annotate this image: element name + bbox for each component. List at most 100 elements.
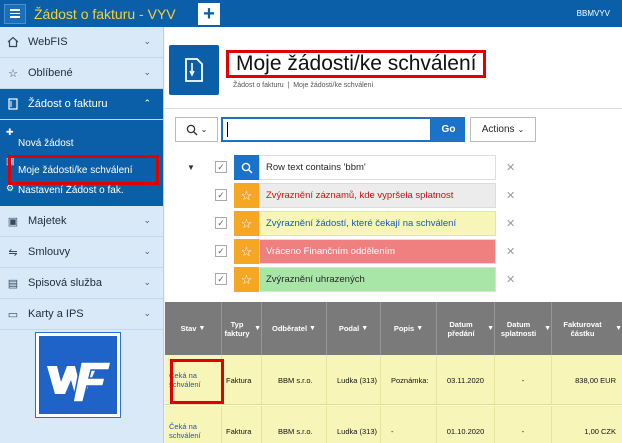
plus-icon: ✚	[6, 127, 14, 137]
app-title[interactable]: Žádost o fakturu - VYV	[34, 6, 194, 22]
filter-checkbox[interactable]: ✓	[215, 273, 227, 285]
sidebar-item-spisova-sluzba[interactable]: ▤ Spisová služba ⌄	[0, 268, 163, 299]
remove-filter-icon[interactable]: ✕	[506, 189, 515, 202]
cell-typ: Faktura	[222, 355, 262, 405]
sidebar-item-oblibene[interactable]: ☆ Oblíbené ⌄	[0, 58, 163, 89]
filter-text[interactable]: Zvýraznění žádostí, které čekají na schv…	[259, 211, 496, 236]
cell-datum-predani: 01.10.2020	[437, 406, 495, 443]
filter-row: ✓ ☆ Zvýraznění uhrazených ✕	[213, 267, 533, 292]
sidebar-item-majetek[interactable]: ▣ Majetek ⌄	[0, 206, 163, 237]
filter-checkbox[interactable]: ✓	[215, 245, 227, 257]
actions-label: Actions	[481, 124, 515, 135]
sidebar-item-karty-a-ips[interactable]: ▭ Karty a IPS ⌄	[0, 299, 163, 330]
filter-text[interactable]: Zvýraznění záznamů, kde vypršela splatno…	[259, 183, 496, 208]
breadcrumb-item[interactable]: Žádost o fakturu	[233, 82, 284, 89]
star-icon: ☆	[234, 211, 259, 236]
sidebar-item-label: Žádost o fakturu	[28, 98, 108, 110]
filter-checkbox[interactable]: ✓	[215, 217, 227, 229]
sidebar-item-label: Spisová služba	[28, 277, 102, 289]
column-header-popis[interactable]: Popis ▼	[381, 302, 437, 355]
column-header-castka[interactable]: Fakturovat částku ▼	[552, 302, 622, 355]
filter-row: ✓ Row text contains 'bbm' ✕	[213, 155, 533, 180]
remove-filter-icon[interactable]: ✕	[506, 245, 515, 258]
column-header-label: Stav	[180, 324, 197, 333]
filter-checkbox[interactable]: ✓	[215, 189, 227, 201]
column-header-datum-splatnosti[interactable]: Datum splatnosti ▼	[495, 302, 552, 355]
annotation-highlight-stav	[170, 359, 224, 404]
filter-icon: ▼	[416, 325, 424, 332]
actions-button[interactable]: Actions ⌄	[470, 117, 536, 142]
filter-icon: ▼	[615, 325, 622, 332]
chevron-down-icon: ⌄	[143, 67, 151, 77]
cell-popis: -	[381, 406, 437, 443]
remove-filter-icon[interactable]: ✕	[506, 161, 515, 174]
table-row[interactable]: Čeká na schválení Faktura BBM s.r.o. Lud…	[165, 355, 622, 405]
remove-filter-icon[interactable]: ✕	[506, 217, 515, 230]
chevron-down-icon: ⌄	[143, 246, 151, 256]
cell-odberatel: BBM s.r.o.	[262, 406, 327, 443]
sidebar-item-label: WebFIS	[28, 36, 68, 48]
chevron-down-icon: ⌄	[143, 308, 151, 318]
column-header-odberatel[interactable]: Odběratel ▼	[262, 302, 327, 355]
sidebar-item-zadost-o-fakturu[interactable]: Žádost o fakturu ⌃	[0, 89, 163, 120]
column-header-label: Popis	[393, 324, 415, 333]
filter-row: ✓ ☆ Zvýraznění žádostí, které čekají na …	[213, 211, 533, 236]
remove-filter-icon[interactable]: ✕	[506, 273, 515, 286]
card-icon: ▭	[7, 308, 19, 321]
cell-podal: Ludka (313)	[327, 355, 381, 405]
filter-checkbox[interactable]: ✓	[215, 161, 227, 173]
breadcrumb-separator: |	[285, 82, 292, 89]
star-icon: ☆	[234, 267, 259, 292]
chevron-up-icon: ⌃	[143, 98, 151, 108]
column-header-label: Odběratel	[272, 324, 308, 333]
cell-stav[interactable]: Čeká na schválení	[165, 406, 222, 443]
cell-popis: Poznámka:	[381, 355, 437, 405]
search-icon	[186, 124, 198, 135]
cell-castka: 1,00 CZK	[584, 426, 616, 436]
column-header-podal[interactable]: Podal ▼	[327, 302, 381, 355]
column-header-label: Fakturovat částku	[563, 319, 602, 338]
filter-icon: ▼	[254, 325, 261, 332]
table-row[interactable]: Čeká na schválení Faktura BBM s.r.o. Lud…	[165, 406, 622, 443]
filter-text[interactable]: Row text contains 'bbm'	[259, 155, 496, 180]
cell-datum-predani: 03.11.2020	[437, 355, 495, 405]
filter-icon: ▼	[198, 325, 206, 332]
main-content: Moje žádosti/ke schválení Žádost o faktu…	[165, 27, 622, 443]
column-header-datum-predani[interactable]: Datum předání ▼	[437, 302, 495, 355]
sidebar-item-webfis[interactable]: WebFIS ⌄	[0, 27, 163, 58]
star-icon: ☆	[234, 183, 259, 208]
chevron-down-icon: ⌄	[200, 125, 208, 134]
search-icon	[234, 155, 259, 180]
house-icon	[6, 35, 20, 49]
filter-text[interactable]: Zvýraznění uhrazených	[259, 267, 496, 292]
collapse-triangle-icon[interactable]: ▼	[187, 163, 195, 172]
file-icon: ▤	[7, 277, 19, 290]
document-icon	[6, 97, 20, 111]
sidebar-item-label: Oblíbené	[28, 67, 73, 79]
cell-odberatel: BBM s.r.o.	[262, 355, 327, 405]
search-column-dropdown[interactable]: ⌄	[175, 117, 218, 142]
chevron-down-icon: ⌄	[143, 277, 151, 287]
filter-text[interactable]: Vráceno Finančním oddělením	[259, 239, 496, 264]
star-icon: ☆	[8, 67, 18, 80]
sidebar-item-label: Karty a IPS	[28, 308, 84, 320]
column-header-stav[interactable]: Stav ▼	[165, 302, 222, 355]
webfis-logo	[36, 333, 120, 417]
column-header-typ[interactable]: Typ faktury ▼	[222, 302, 262, 355]
hamburger-menu-button[interactable]	[4, 3, 26, 24]
annotation-highlight-subitem	[8, 155, 159, 185]
top-bar: Žádost o fakturu - VYV + BBMVYV	[0, 0, 622, 27]
sidebar-subitem-nova-zadost[interactable]: ✚ Nová žádost	[0, 124, 163, 153]
sidebar-item-smlouvy[interactable]: ⇋ Smlouvy ⌄	[0, 237, 163, 268]
add-button[interactable]: +	[198, 2, 220, 25]
search-input[interactable]	[221, 117, 432, 142]
go-button[interactable]: Go	[432, 117, 465, 142]
breadcrumb-item: Moje žádosti/ke schválení	[293, 82, 374, 89]
column-header-label: Podal	[338, 324, 360, 333]
cell-castka: 838,00 EUR	[575, 375, 616, 385]
filter-row: ✓ ☆ Vráceno Finančním oddělením ✕	[213, 239, 533, 264]
sidebar-subitem-label: Nová žádost	[18, 138, 74, 149]
breadcrumb: Žádost o fakturu | Moje žádosti/ke schvá…	[233, 82, 373, 89]
chevron-down-icon: ⌄	[143, 215, 151, 225]
user-name[interactable]: BBMVYV	[577, 9, 610, 18]
